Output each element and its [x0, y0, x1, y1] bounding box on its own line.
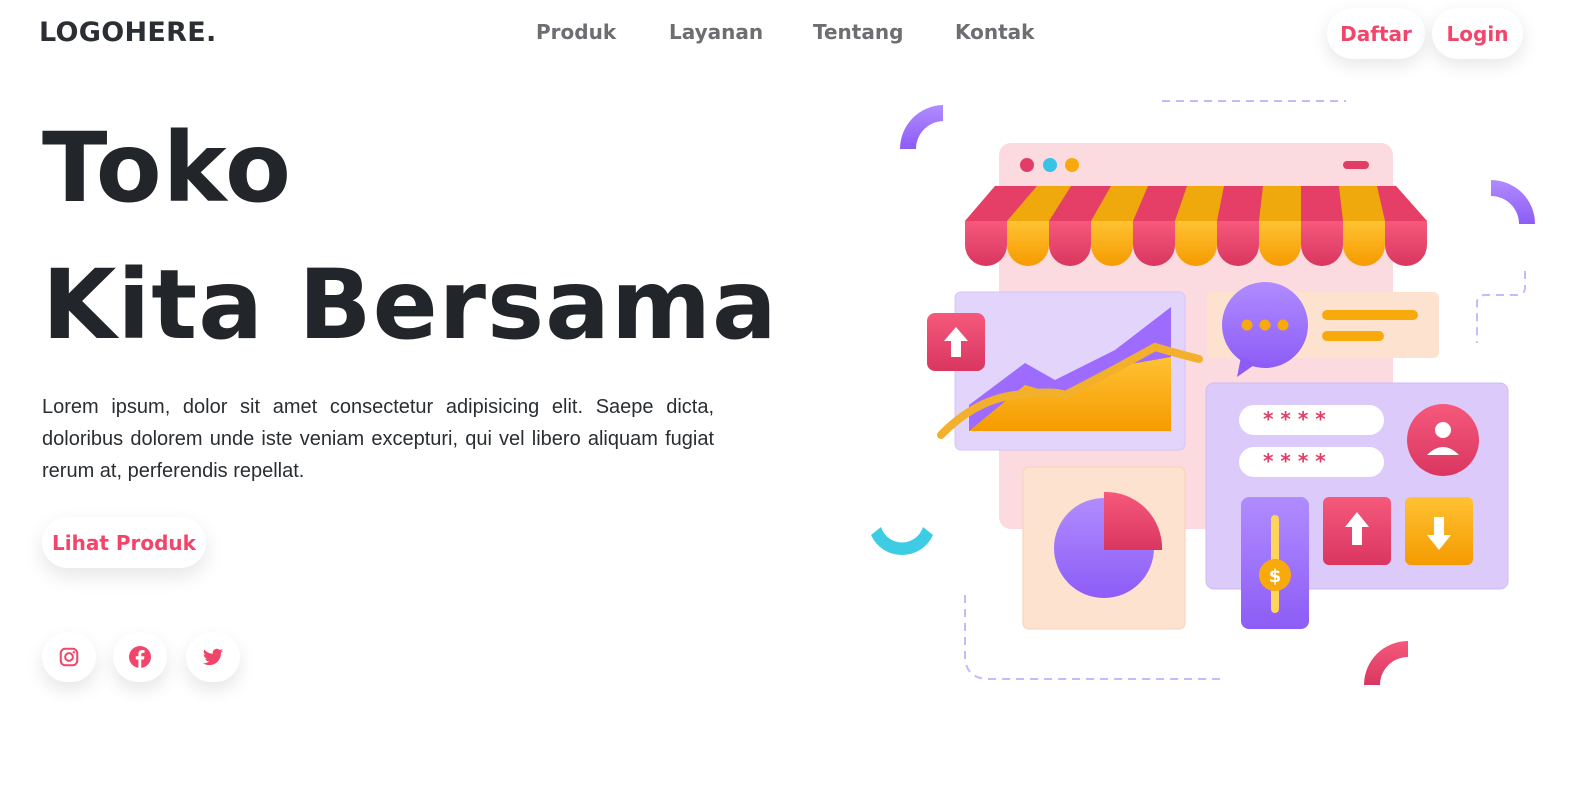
- view-products-button[interactable]: Lihat Produk: [42, 517, 206, 568]
- login-button[interactable]: Login: [1432, 8, 1523, 59]
- facebook-button[interactable]: [113, 632, 167, 682]
- hero-title-line1: Toko: [42, 112, 292, 224]
- twitter-icon: [202, 648, 224, 666]
- hero-title: Toko Kita Bersama: [42, 100, 778, 374]
- hero-description: Lorem ipsum, dolor sit amet consectetur …: [42, 396, 714, 482]
- password-mask-2: * * * *: [1263, 449, 1326, 473]
- nav-item-tentang[interactable]: Tentang: [813, 20, 955, 44]
- nav-item-produk[interactable]: Produk: [536, 20, 669, 44]
- facebook-icon: [129, 646, 151, 668]
- twitter-button[interactable]: [186, 632, 240, 682]
- instagram-icon: [59, 647, 79, 667]
- password-mask-1: * * * *: [1263, 407, 1326, 431]
- nav-item-layanan[interactable]: Layanan: [669, 20, 813, 44]
- instagram-button[interactable]: [42, 632, 96, 682]
- nav-item-kontak[interactable]: Kontak: [955, 20, 1034, 44]
- register-button[interactable]: Daftar: [1327, 8, 1425, 59]
- price-symbol: $: [1269, 566, 1282, 587]
- online-store-illustration: * * * * * * * * $: [871, 100, 1535, 685]
- logo[interactable]: LOGOHERE.: [39, 17, 217, 48]
- main-nav: Produk Layanan Tentang Kontak: [536, 20, 1034, 44]
- hero-title-line2: Kita Bersama: [42, 249, 778, 361]
